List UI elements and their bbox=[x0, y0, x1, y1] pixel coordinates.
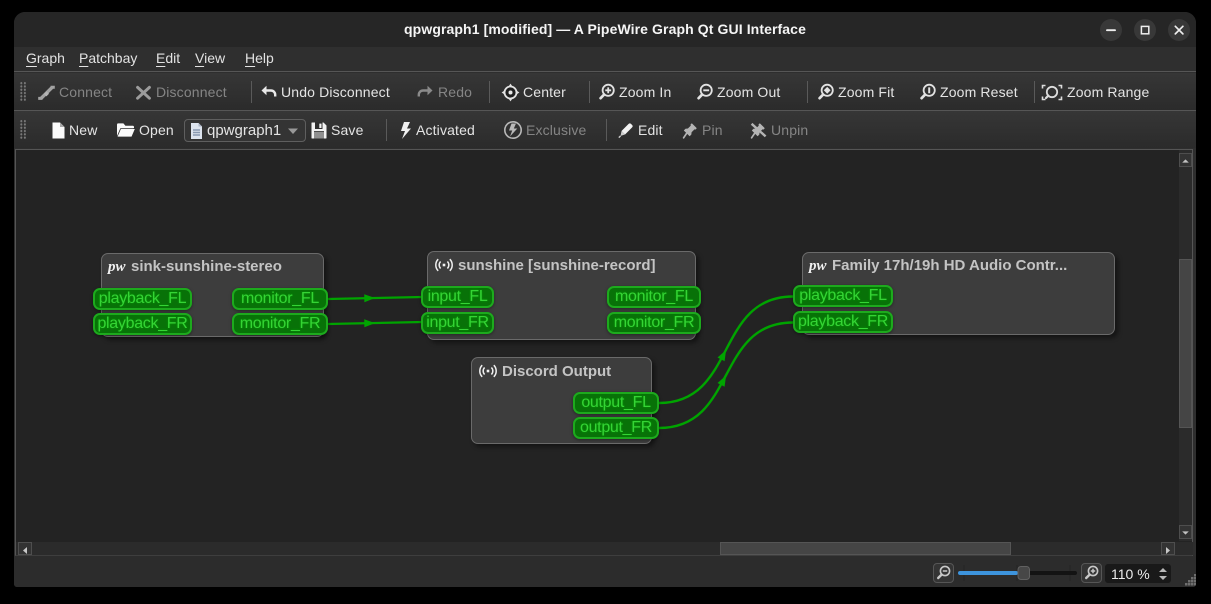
svg-text:pw: pw bbox=[107, 259, 127, 275]
svg-text:pw: pw bbox=[808, 258, 828, 274]
